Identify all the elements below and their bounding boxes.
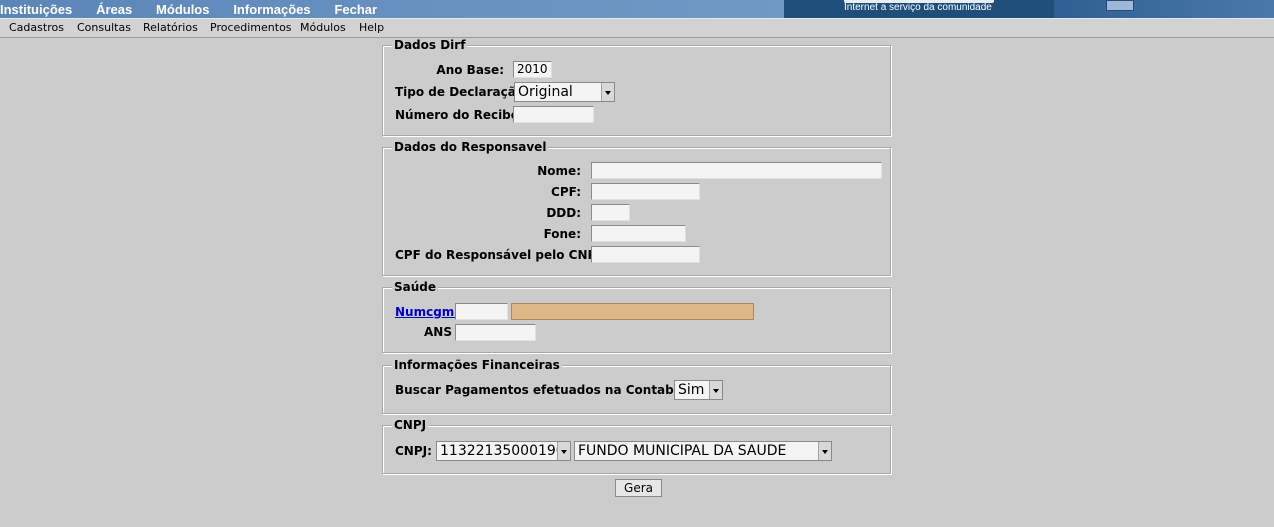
buscar-pagamentos-label: Buscar Pagamentos efetuados na Contabili… bbox=[395, 383, 720, 397]
cpf-input[interactable] bbox=[591, 183, 700, 200]
nome-label: Nome: bbox=[537, 164, 581, 178]
menu-consultas[interactable]: Consultas bbox=[77, 21, 131, 35]
chevron-down-icon bbox=[709, 381, 722, 399]
top-menu-informacoes[interactable]: Informações bbox=[233, 2, 310, 18]
buscar-pagamentos-select[interactable]: Sim bbox=[674, 380, 723, 400]
fone-label: Fone: bbox=[543, 227, 581, 241]
gera-button[interactable]: Gera bbox=[615, 479, 662, 497]
sub-menu: Cadastros Consultas Relatórios Procedime… bbox=[0, 18, 1274, 38]
cnpj-value: 11322135000190 bbox=[440, 443, 565, 459]
legend-dados-dirf: Dados Dirf bbox=[392, 38, 468, 52]
entidade-value: FUNDO MUNICIPAL DA SAUDE bbox=[578, 443, 787, 459]
cnpj-select[interactable]: 11322135000190 bbox=[436, 441, 571, 461]
cpf-label: CPF: bbox=[551, 185, 581, 199]
entidade-select[interactable]: FUNDO MUNICIPAL DA SAUDE bbox=[574, 441, 832, 461]
ddd-label: DDD: bbox=[546, 206, 581, 220]
fieldset-informacoes-financeiras: Informações Financeiras Buscar Pagamento… bbox=[382, 358, 891, 414]
fieldset-cnpj: CNPJ CNPJ: 11322135000190 FUNDO MUNICIPA… bbox=[382, 418, 891, 474]
menu-help[interactable]: Help bbox=[359, 21, 384, 35]
ano-base-label: Ano Base: bbox=[436, 63, 504, 77]
cpf-responsavel-cnpj-input[interactable] bbox=[591, 246, 700, 263]
cpf-responsavel-cnpj-label: CPF do Responsável pelo CNPJ: bbox=[395, 248, 606, 262]
brand-logo: Internet a serviço da comunidade bbox=[784, 0, 1054, 18]
legend-saude: Saúde bbox=[392, 280, 439, 294]
fieldset-dados-dirf: Dados Dirf Ano Base: 2010 Tipo de Declar… bbox=[382, 38, 891, 136]
tipo-declaracao-select[interactable]: Original bbox=[514, 82, 615, 102]
top-menu-areas[interactable]: Áreas bbox=[96, 2, 132, 18]
top-menu-fechar[interactable]: Fechar bbox=[334, 2, 377, 18]
legend-informacoes-financeiras: Informações Financeiras bbox=[392, 358, 562, 372]
ans-input[interactable] bbox=[455, 324, 536, 341]
top-menu-instituicoes[interactable]: Instituições bbox=[0, 2, 72, 18]
top-menu: Instituições Áreas Módulos Informações F… bbox=[0, 2, 397, 18]
ddd-input[interactable] bbox=[591, 204, 630, 221]
menu-relatorios[interactable]: Relatórios bbox=[143, 21, 198, 35]
top-menu-modulos[interactable]: Módulos bbox=[156, 2, 209, 18]
chevron-down-icon bbox=[818, 442, 831, 460]
numero-recibo-input[interactable] bbox=[513, 106, 594, 123]
numero-recibo-label: Número do Recibo: bbox=[395, 108, 524, 122]
menu-cadastros[interactable]: Cadastros bbox=[9, 21, 64, 35]
numcgm-link-text[interactable]: Numcgm: bbox=[395, 305, 459, 319]
cnpj-label: CNPJ: bbox=[395, 444, 432, 458]
numcgm-input[interactable] bbox=[455, 303, 508, 320]
nome-input[interactable] bbox=[591, 162, 882, 179]
brand-banner-right bbox=[1054, 0, 1274, 18]
legend-cnpj: CNPJ bbox=[392, 418, 429, 432]
brand-slogan: Internet a serviço da comunidade bbox=[844, 2, 992, 13]
ans-label: ANS bbox=[424, 325, 452, 339]
chevron-down-icon bbox=[557, 442, 570, 460]
numcgm-link[interactable]: Numcgm: bbox=[395, 305, 459, 319]
menu-procedimentos[interactable]: Procedimentos bbox=[210, 21, 292, 35]
ano-base-input[interactable]: 2010 bbox=[513, 61, 552, 78]
fieldset-saude: Saúde Numcgm: ANS bbox=[382, 280, 891, 353]
banner-graphic-icon bbox=[1106, 0, 1134, 11]
fone-input[interactable] bbox=[591, 225, 686, 242]
buscar-pagamentos-value: Sim bbox=[678, 382, 705, 398]
legend-dados-responsavel: Dados do Responsavel bbox=[392, 140, 549, 154]
chevron-down-icon bbox=[601, 83, 614, 101]
tipo-declaracao-value: Original bbox=[518, 84, 573, 100]
tipo-declaracao-label: Tipo de Declaração: bbox=[395, 85, 529, 99]
fieldset-dados-responsavel: Dados do Responsavel Nome: CPF: DDD: Fon… bbox=[382, 140, 891, 276]
numcgm-name-field bbox=[511, 303, 754, 320]
menu-modulos[interactable]: Módulos bbox=[300, 21, 346, 35]
top-banner: Instituições Áreas Módulos Informações F… bbox=[0, 0, 1274, 18]
